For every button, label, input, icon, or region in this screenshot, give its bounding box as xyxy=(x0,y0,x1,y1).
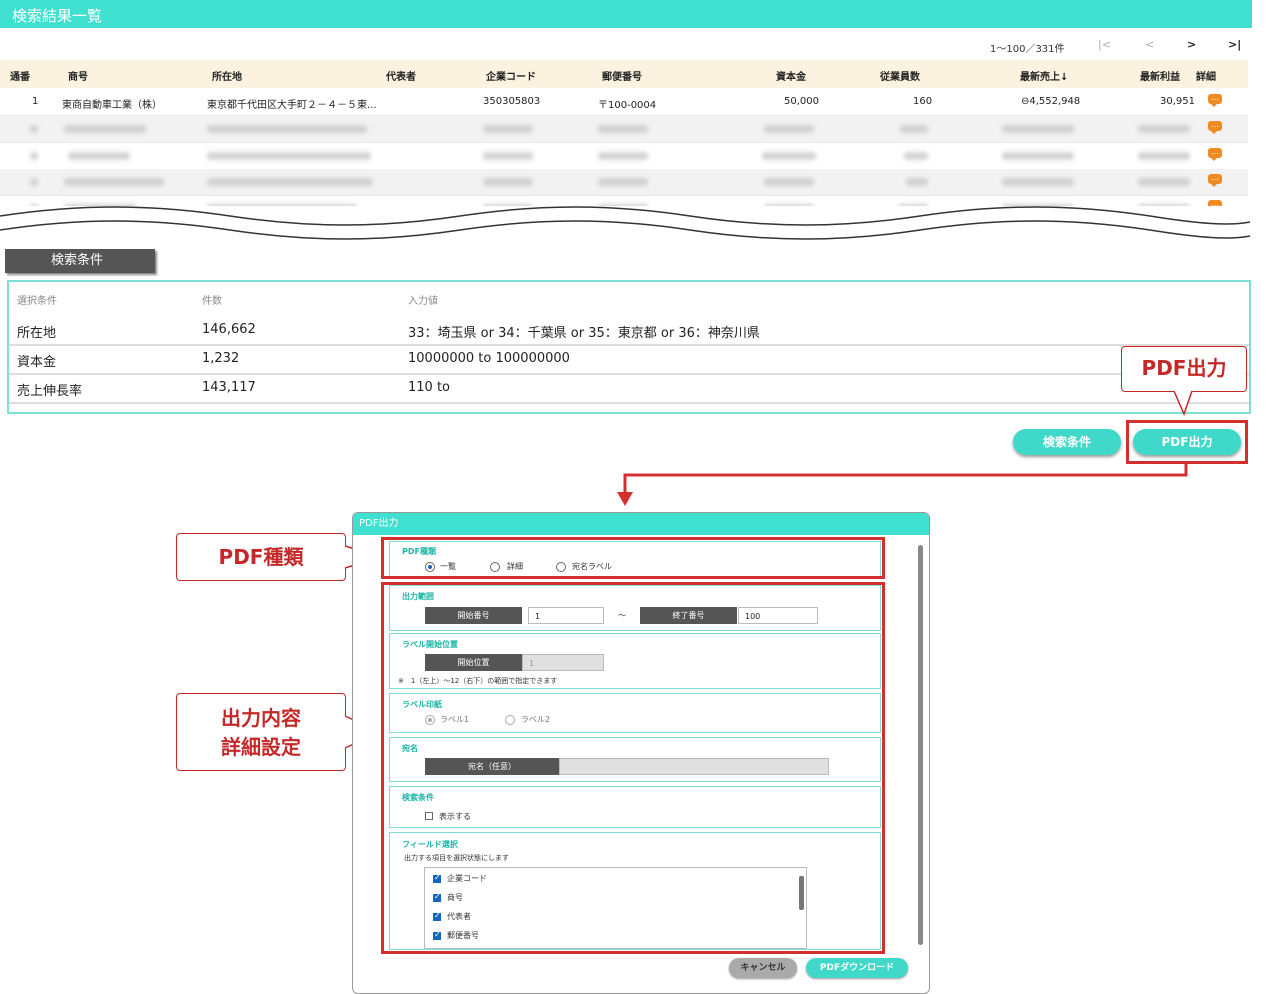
chat-bubble-icon[interactable]: … xyxy=(1208,94,1222,107)
detail-settings-highlight xyxy=(381,582,885,954)
table-row[interactable]: … xyxy=(0,143,1248,170)
condition-row: 資本金 1,232 10000000 to 100000000 xyxy=(9,345,1249,375)
next-page-button[interactable]: > xyxy=(1187,38,1196,51)
cond-name: 資本金 xyxy=(17,355,57,370)
first-page-button[interactable]: |< xyxy=(1098,38,1111,51)
table-row[interactable]: … xyxy=(0,169,1248,196)
col-name[interactable]: 商号 xyxy=(68,68,88,83)
callout-pdf-type: PDF種類 xyxy=(176,533,346,581)
chat-bubble-icon[interactable]: … xyxy=(1208,174,1222,187)
pdf-download-button[interactable]: PDFダウンロード xyxy=(806,958,908,978)
col-sales[interactable]: 最新売上↓ xyxy=(1020,68,1068,83)
dialog-scrollbar[interactable] xyxy=(917,537,925,957)
cell-capital: 50,000 xyxy=(784,96,819,107)
conditions-tab: 検索条件 xyxy=(5,249,155,273)
cond-input: 10000000 to 100000000 xyxy=(408,351,570,366)
results-title-bar: 検索結果一覧 xyxy=(0,0,1252,28)
condition-row: 所在地 146,662 33：埼玉県 or 34：千葉県 or 35：東京都 o… xyxy=(9,316,1249,346)
conditions-table: 選択条件 件数 入力値 所在地 146,662 33：埼玉県 or 34：千葉県… xyxy=(7,280,1251,414)
col-employees[interactable]: 従業員数 xyxy=(880,68,920,83)
cond-input: 110 to xyxy=(408,380,450,395)
callout-line: 詳細設定 xyxy=(221,735,301,759)
col-profit[interactable]: 最新利益 xyxy=(1140,68,1180,83)
col-no[interactable]: 通番 xyxy=(10,68,30,83)
wave-cut-divider xyxy=(0,206,1251,240)
results-table-header: 通番 商号 所在地 代表者 企業コード 郵便番号 資本金 従業員数 最新売上↓ … xyxy=(0,60,1248,88)
col-detail: 詳細 xyxy=(1196,72,1216,83)
dialog-scroll-thumb[interactable] xyxy=(918,545,923,945)
cell-no: 1 xyxy=(32,96,39,107)
dialog-title: PDF出力 xyxy=(353,513,929,535)
cond-count: 143,117 xyxy=(202,380,256,395)
callout-detail-settings: 出力内容 詳細設定 xyxy=(176,693,346,771)
chat-bubble-icon[interactable]: … xyxy=(1208,148,1222,161)
prev-page-button[interactable]: < xyxy=(1145,38,1154,51)
last-page-button[interactable]: >| xyxy=(1228,38,1241,51)
cell-employees: 160 xyxy=(913,96,933,107)
cell-name: 東商自動車工業（株） xyxy=(62,100,162,111)
pager-count: 1〜100／331件 xyxy=(990,44,1065,55)
table-row[interactable]: … xyxy=(0,116,1248,143)
cell-zip: 〒100-0004 xyxy=(598,100,657,111)
condition-row: 売上伸長率 143,117 110 to xyxy=(9,374,1249,404)
cancel-button[interactable]: キャンセル xyxy=(729,958,797,978)
cell-sales: ⊖4,552,948 xyxy=(1021,96,1081,107)
cond-header-condition: 選択条件 xyxy=(17,296,57,307)
results-title: 検索結果一覧 xyxy=(12,7,103,25)
cell-address: 東京都千代田区大手町２－４－５東... xyxy=(207,100,377,111)
pdf-type-highlight xyxy=(381,537,885,579)
cond-count: 146,662 xyxy=(202,322,256,337)
col-rep[interactable]: 代表者 xyxy=(386,68,416,83)
cond-input: 33：埼玉県 or 34：千葉県 or 35：東京都 or 36：神奈川県 xyxy=(408,326,760,341)
col-code[interactable]: 企業コード xyxy=(486,68,536,83)
connector-arrow xyxy=(617,462,1188,506)
pdf-output-button[interactable]: PDF出力 xyxy=(1133,429,1241,455)
col-address[interactable]: 所在地 xyxy=(212,68,242,83)
cond-count: 1,232 xyxy=(202,351,240,366)
cell-profit: 30,951 xyxy=(1160,96,1195,107)
table-row[interactable]: 1 東商自動車工業（株） 東京都千代田区大手町２－４－５東... 3503058… xyxy=(0,89,1248,116)
cond-name: 所在地 xyxy=(17,326,57,341)
col-capital[interactable]: 資本金 xyxy=(776,68,806,83)
callout-line: 出力内容 xyxy=(221,706,301,730)
cond-header-count: 件数 xyxy=(202,296,222,307)
callout-pdf-output: PDF出力 xyxy=(1121,346,1247,392)
cond-header-input: 入力値 xyxy=(408,296,438,307)
cond-name: 売上伸長率 xyxy=(17,384,83,399)
search-conditions-button[interactable]: 検索条件 xyxy=(1013,429,1121,455)
col-zip[interactable]: 郵便番号 xyxy=(602,68,642,83)
cell-code: 350305803 xyxy=(483,96,541,107)
chat-bubble-icon[interactable]: … xyxy=(1208,121,1222,134)
callout-pointer xyxy=(1173,390,1193,416)
